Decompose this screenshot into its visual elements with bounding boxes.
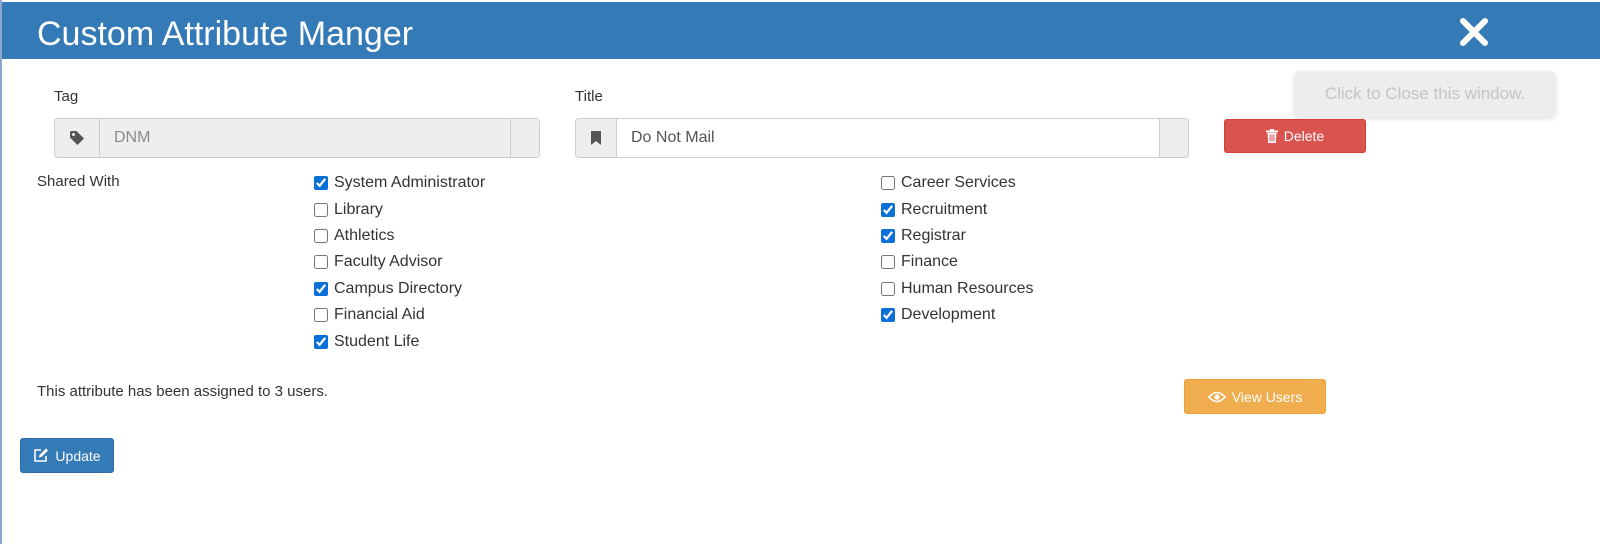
window-left-border xyxy=(0,0,2,544)
shared-with-right-column: Career Services Recruitment Registrar Finan… xyxy=(881,170,1034,328)
shared-with-checkbox[interactable] xyxy=(314,176,328,191)
shared-with-option-label: Human Resources xyxy=(901,279,1034,297)
shared-with-checkbox[interactable] xyxy=(314,334,328,349)
shared-with-left-column: System Administrator Library Athletics Facu… xyxy=(314,170,485,355)
shared-with-option-label: Athletics xyxy=(334,226,395,244)
tag-icon xyxy=(70,131,84,145)
tag-input[interactable] xyxy=(100,119,510,157)
shared-with-option[interactable]: Finance xyxy=(881,249,1034,275)
close-button[interactable] xyxy=(1458,16,1490,48)
shared-with-option-label: System Administrator xyxy=(334,174,486,192)
view-users-button[interactable]: View Users xyxy=(1184,379,1326,414)
assignment-text: This attribute has been assigned to 3 us… xyxy=(37,383,329,400)
shared-with-option[interactable]: Recruitment xyxy=(881,196,1034,222)
modal-title: Custom Attribute Manger xyxy=(37,15,414,53)
update-button-label: Update xyxy=(55,447,101,464)
title-input[interactable] xyxy=(617,119,1159,157)
shared-with-option-label: Library xyxy=(334,200,383,218)
shared-with-checkbox[interactable] xyxy=(881,176,895,191)
shared-with-option[interactable]: Athletics xyxy=(314,223,485,249)
shared-with-checkbox[interactable] xyxy=(881,308,895,323)
view-users-button-label: View Users xyxy=(1231,388,1303,405)
bookmark-icon xyxy=(591,131,601,145)
delete-button-label: Delete xyxy=(1283,128,1325,144)
shared-with-option[interactable]: Student Life xyxy=(314,328,485,354)
tag-input-group xyxy=(54,118,540,158)
title-input-group xyxy=(575,118,1189,158)
shared-with-option[interactable]: Campus Directory xyxy=(314,276,485,302)
shared-with-option[interactable]: Faculty Advisor xyxy=(314,249,485,275)
shared-with-option-label: Student Life xyxy=(334,332,420,350)
edit-icon xyxy=(34,448,49,462)
close-icon[interactable] xyxy=(1458,16,1490,48)
title-label: Title xyxy=(575,88,603,105)
shared-with-option-label: Development xyxy=(901,306,996,324)
update-button[interactable]: Update xyxy=(20,438,114,473)
shared-with-option-label: Financial Aid xyxy=(334,306,425,324)
shared-with-option[interactable]: Career Services xyxy=(881,170,1034,196)
modal-header: Custom Attribute Manger xyxy=(2,2,1600,59)
eye-icon xyxy=(1207,391,1226,402)
close-tooltip: Click to Close this window. xyxy=(1294,71,1556,117)
shared-with-option[interactable]: Financial Aid xyxy=(314,302,485,328)
shared-with-checkbox[interactable] xyxy=(314,255,328,270)
delete-button[interactable]: Delete xyxy=(1224,119,1366,153)
shared-with-option[interactable]: System Administrator xyxy=(314,170,485,196)
shared-with-option-label: Recruitment xyxy=(901,200,988,218)
shared-with-option[interactable]: Registrar xyxy=(881,223,1034,249)
shared-with-option[interactable]: Human Resources xyxy=(881,276,1034,302)
shared-with-option[interactable]: Development xyxy=(881,302,1034,328)
shared-with-checkbox[interactable] xyxy=(314,228,328,243)
shared-with-label: Shared With xyxy=(37,173,120,190)
tag-label: Tag xyxy=(54,88,79,105)
shared-with-option[interactable]: Library xyxy=(314,196,485,222)
shared-with-option-label: Career Services xyxy=(901,174,1016,192)
tag-addon-right xyxy=(510,119,539,157)
shared-with-checkbox[interactable] xyxy=(881,255,895,270)
shared-with-option-label: Faculty Advisor xyxy=(334,253,443,271)
shared-with-checkbox[interactable] xyxy=(314,281,328,296)
title-addon xyxy=(576,119,617,157)
shared-with-option-label: Registrar xyxy=(901,226,966,244)
tag-addon xyxy=(55,119,100,157)
title-addon-right xyxy=(1159,119,1188,157)
shared-with-checkbox[interactable] xyxy=(881,228,895,243)
trash-icon xyxy=(1265,129,1278,143)
shared-with-option-label: Campus Directory xyxy=(334,279,463,297)
shared-with-checkbox[interactable] xyxy=(881,202,895,217)
shared-with-checkbox[interactable] xyxy=(314,202,328,217)
shared-with-option-label: Finance xyxy=(901,253,958,271)
shared-with-checkbox[interactable] xyxy=(881,281,895,296)
shared-with-checkbox[interactable] xyxy=(314,308,328,323)
